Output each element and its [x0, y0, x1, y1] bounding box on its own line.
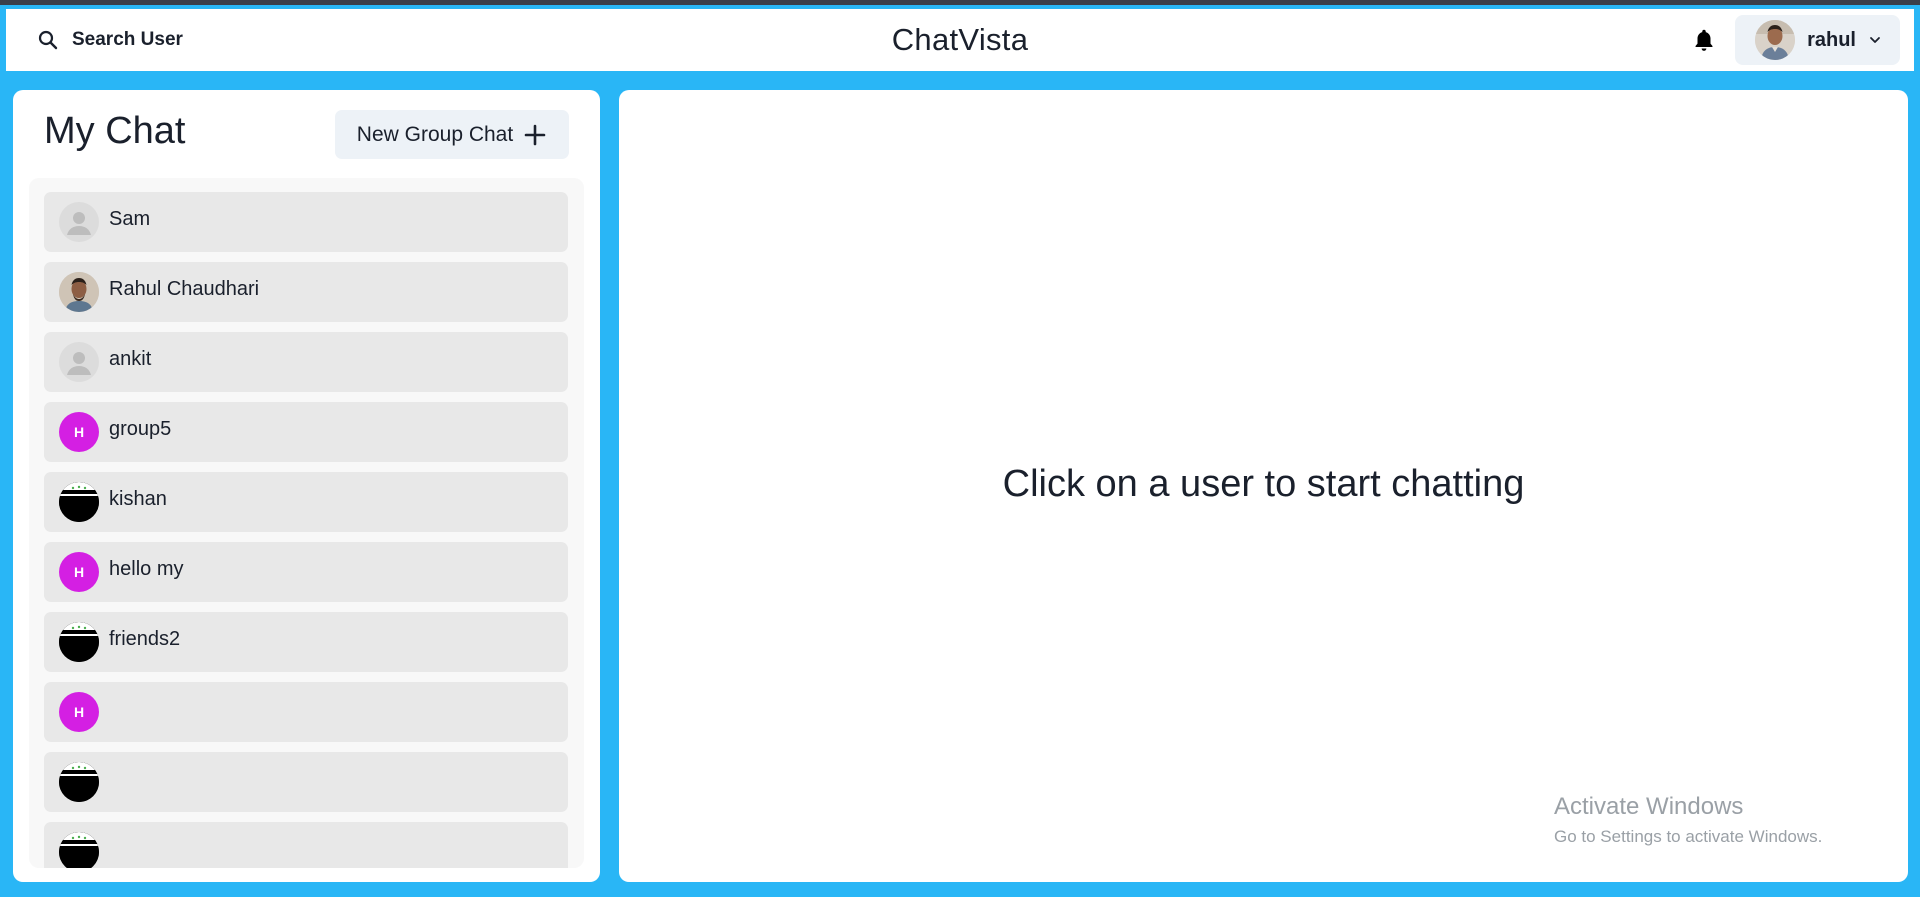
profile-menu-button[interactable]: rahul [1735, 15, 1900, 65]
user-avatar [1755, 20, 1796, 60]
search-user-label: Search User [72, 29, 183, 50]
chat-name: Sam [109, 207, 151, 230]
chat-list-item[interactable]: H [44, 682, 568, 742]
empty-chat-message: Click on a user to start chatting [1002, 462, 1525, 505]
new-group-chat-label: New Group Chat [356, 122, 514, 146]
default-user-icon [59, 342, 99, 382]
chat-window: Click on a user to start chatting Activa… [619, 90, 1908, 882]
new-group-chat-button[interactable]: New Group Chat [335, 110, 569, 159]
window-top-strip [0, 0, 1920, 5]
plus-icon [523, 123, 547, 147]
avatar-initial: H [73, 564, 85, 580]
my-chat-title: My Chat [44, 110, 186, 152]
notification-bell-icon[interactable] [1691, 27, 1717, 53]
default-user-icon [59, 202, 99, 242]
watermark-title: Activate Windows [1554, 793, 1744, 820]
chat-list-panel: My Chat New Group Chat Sam Rahul Chaudhar… [13, 90, 600, 882]
chat-name: friends2 [109, 627, 181, 650]
group-image-avatar [59, 832, 99, 868]
chat-list-item[interactable]: kishan [44, 472, 568, 532]
search-icon [38, 30, 58, 50]
chat-list-item[interactable]: Rahul Chaudhari [44, 262, 568, 322]
chat-list-item[interactable]: Hgroup5 [44, 402, 568, 462]
watermark-subtitle: Go to Settings to activate Windows. [1554, 827, 1823, 846]
avatar-initial: H [73, 704, 85, 720]
chat-list-item[interactable]: friends2 [44, 612, 568, 672]
user-name: rahul [1807, 28, 1856, 51]
app-title: ChatVista [891, 22, 1029, 57]
chat-list-item[interactable]: Hhello my [44, 542, 568, 602]
top-navbar: Search User ChatVista rahul [6, 9, 1914, 71]
chat-name: ankit [109, 347, 152, 370]
chat-list-container[interactable]: Sam Rahul Chaudhari ankit Hgroup5 kishan Hhel… [29, 178, 584, 868]
group-image-avatar [59, 762, 99, 802]
windows-activation-watermark: Activate Windows Go to Settings to activ… [1554, 793, 1822, 847]
chat-list-item[interactable] [44, 752, 568, 812]
chat-name: hello my [109, 557, 184, 580]
group-image-avatar [59, 482, 99, 522]
contact-avatar [59, 272, 99, 312]
group-initial-avatar: H [59, 692, 99, 732]
chat-list-item[interactable] [44, 822, 568, 868]
chevron-down-icon [1868, 33, 1882, 47]
chat-list-item[interactable]: Sam [44, 192, 568, 252]
chat-list-item[interactable]: ankit [44, 332, 568, 392]
group-initial-avatar: H [59, 552, 99, 592]
group-image-avatar [59, 622, 99, 662]
avatar-initial: H [73, 424, 85, 440]
chat-name: group5 [109, 417, 172, 440]
chat-name: Rahul Chaudhari [109, 277, 260, 300]
search-user-button[interactable]: Search User [36, 28, 183, 52]
chat-name: kishan [109, 487, 167, 510]
group-initial-avatar: H [59, 412, 99, 452]
